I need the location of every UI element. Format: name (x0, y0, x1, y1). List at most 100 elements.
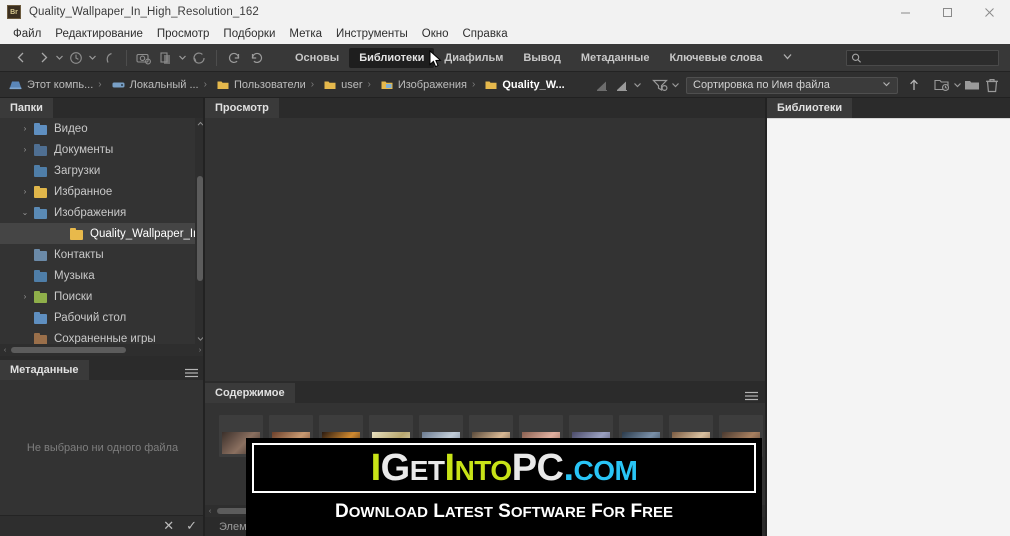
filter-rating-icon[interactable] (612, 72, 632, 98)
preview-content[interactable] (205, 118, 765, 381)
mouse-cursor (429, 49, 443, 74)
folder-tree-item[interactable]: Сохраненные игры (0, 328, 205, 344)
preview-panel: Просмотр (205, 98, 765, 381)
tab-preview[interactable]: Просмотр (205, 98, 279, 118)
scroll-left-icon[interactable]: ‹ (0, 347, 10, 354)
search-field-wrapper[interactable] (846, 50, 999, 66)
watermark-overlay: IGETINTOPC.COM DOWNLOAD LATEST SOFTWARE … (246, 438, 762, 536)
content-scroll-left-icon[interactable]: ‹ (205, 508, 215, 515)
folder-tree-item-label: Изображения (54, 206, 127, 219)
folder-tree-item[interactable]: › Избранное (0, 181, 205, 202)
toolbar-divider-2 (216, 49, 217, 66)
open-in-camera-raw-icon[interactable] (188, 46, 210, 70)
menu-tools[interactable]: Инструменты (329, 24, 415, 44)
tab-folders[interactable]: Папки (0, 98, 53, 118)
metadata-cancel-icon[interactable]: ✕ (163, 518, 174, 534)
folder-tree-item[interactable]: Quality_Wallpaper_In_Hi (0, 223, 205, 244)
watermark-tagline-word: F (591, 501, 603, 522)
folders-panel: Папки › Видео › Документы Загрузки › Избранное… (0, 98, 205, 356)
folders-horizontal-scrollbar[interactable]: ‹ › (0, 344, 205, 356)
menu-file[interactable]: Файл (6, 24, 48, 44)
sort-order-select[interactable]: Сортировка по Имя файла (686, 76, 898, 94)
folder-tree-item[interactable]: Рабочий стол (0, 307, 205, 328)
breadcrumb-this-pc[interactable]: Этот компь... › (0, 79, 104, 91)
twisty-collapsed-icon[interactable]: › (18, 145, 32, 154)
folder-tree-item[interactable]: Загрузки (0, 160, 205, 181)
search-input[interactable] (862, 52, 998, 64)
folder-tree-item[interactable]: ⌄ Изображения (0, 202, 205, 223)
folder-tree-item-label: Поиски (54, 290, 93, 303)
workspace-tab-essentials[interactable]: Основы (285, 48, 349, 68)
breadcrumb-pictures[interactable]: Изображения › (373, 79, 477, 91)
folder-tree-item[interactable]: › Поиски (0, 286, 205, 307)
folder-icon (34, 206, 48, 219)
tab-content[interactable]: Содержимое (205, 383, 295, 403)
refine-icon[interactable] (155, 46, 177, 70)
filter-items-icon[interactable] (650, 72, 670, 98)
rotate-clockwise-icon[interactable] (245, 46, 267, 70)
workspace-tab-libraries[interactable]: Библиотеки (349, 47, 435, 68)
path-breadcrumb-bar: Этот компь... › Локальный ... › Пользова… (0, 72, 1010, 98)
history-dropdown-icon[interactable] (87, 46, 98, 70)
close-button[interactable] (968, 0, 1010, 24)
folder-icon (34, 248, 48, 261)
filter-items-dropdown-icon[interactable] (670, 72, 680, 98)
back-icon[interactable] (10, 46, 32, 70)
breadcrumb-current-folder[interactable]: Quality_W... (477, 79, 565, 91)
refine-dropdown-icon[interactable] (177, 46, 188, 70)
libraries-panel-content[interactable] (767, 118, 1010, 536)
recent-history-icon[interactable] (65, 46, 87, 70)
workspace-tab-filmstrip[interactable]: Диафильм (434, 48, 513, 68)
folder-icon (34, 185, 48, 198)
maximize-button[interactable] (926, 0, 968, 24)
folder-tree-item[interactable]: Контакты (0, 244, 205, 265)
new-folder-recent-icon[interactable] (932, 72, 952, 98)
menu-edit[interactable]: Редактирование (48, 24, 150, 44)
go-up-parent-icon[interactable] (98, 46, 120, 70)
window-title: Quality_Wallpaper_In_High_Resolution_162 (29, 6, 259, 18)
workspace-tab-metadata[interactable]: Метаданные (571, 48, 660, 68)
folder-icon (34, 164, 48, 177)
folder-tree[interactable]: › Видео › Документы Загрузки › Избранное ⌄ Изобр… (0, 118, 205, 344)
new-folder-dropdown-icon[interactable] (952, 72, 962, 98)
menu-view[interactable]: Просмотр (150, 24, 217, 44)
breadcrumb-user[interactable]: user › (316, 79, 373, 91)
scroll-thumb-h[interactable] (11, 347, 126, 353)
workspace-more-icon[interactable] (772, 52, 803, 64)
computer-icon (9, 79, 22, 90)
workspace-tab-output[interactable]: Вывод (513, 48, 571, 68)
twisty-collapsed-icon[interactable]: › (18, 187, 32, 196)
twisty-expanded-icon[interactable]: ⌄ (18, 208, 32, 217)
folder-tree-item[interactable]: Музыка (0, 265, 205, 286)
sort-ascending-icon[interactable] (904, 72, 924, 98)
filter-low-rating-icon[interactable] (592, 72, 612, 98)
watermark-tagline: DOWNLOAD LATEST SOFTWARE FOR FREE (246, 501, 762, 523)
menu-label[interactable]: Метка (282, 24, 329, 44)
new-folder-icon[interactable] (962, 72, 982, 98)
delete-icon[interactable] (982, 72, 1002, 98)
twisty-collapsed-icon[interactable]: › (18, 292, 32, 301)
navigation-dropdown-icon[interactable] (54, 46, 65, 70)
menu-help[interactable]: Справка (456, 24, 515, 44)
folder-tree-item[interactable]: › Документы (0, 139, 205, 160)
minimize-button[interactable] (884, 0, 926, 24)
folder-tree-item[interactable]: › Видео (0, 118, 205, 139)
breadcrumb-label: Этот компь... (27, 78, 94, 91)
tab-libraries[interactable]: Библиотеки (767, 98, 853, 118)
twisty-collapsed-icon[interactable]: › (18, 124, 32, 133)
menu-stacks[interactable]: Подборки (216, 24, 282, 44)
rotate-counterclockwise-icon[interactable] (223, 46, 245, 70)
workspace-tab-keywords[interactable]: Ключевые слова (659, 48, 772, 68)
tab-metadata[interactable]: Метаданные (0, 360, 89, 380)
filter-rating-dropdown-icon[interactable] (632, 72, 642, 98)
get-photos-from-camera-icon[interactable] (133, 46, 155, 70)
sort-order-label: Сортировка по Имя файла (693, 79, 830, 91)
breadcrumb-label: Локальный ... (129, 78, 199, 91)
chevron-down-icon (882, 80, 891, 90)
breadcrumb-local-disk[interactable]: Локальный ... › (104, 79, 209, 91)
metadata-apply-icon[interactable]: ✓ (186, 518, 197, 534)
menu-window[interactable]: Окно (415, 24, 456, 44)
preview-panel-tabbar: Просмотр (205, 98, 765, 118)
forward-icon[interactable] (32, 46, 54, 70)
breadcrumb-users[interactable]: Пользователи › (209, 79, 316, 91)
